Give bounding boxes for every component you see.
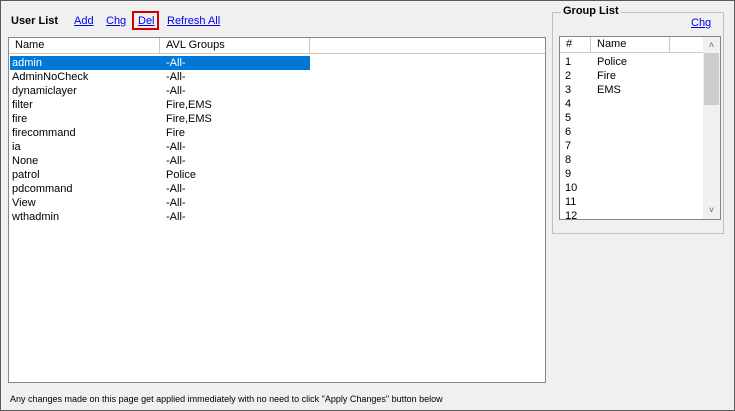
group-number-cell: 11 bbox=[565, 196, 577, 208]
user-list-view[interactable]: Name AVL Groups admin -All- AdminNoCheck -A… bbox=[8, 37, 546, 383]
avl-groups-cell: Fire,EMS bbox=[166, 99, 212, 111]
table-row[interactable]: ia -All- bbox=[10, 140, 545, 154]
avl-groups-cell: Fire,EMS bbox=[166, 113, 212, 125]
user-name-cell: patrol bbox=[12, 169, 40, 181]
group-number-cell: 9 bbox=[565, 168, 572, 180]
user-name-cell: ia bbox=[12, 141, 21, 153]
user-name-cell: dynamiclayer bbox=[12, 85, 77, 97]
avl-groups-cell: -All- bbox=[166, 155, 186, 167]
table-row[interactable]: fire Fire,EMS bbox=[10, 112, 545, 126]
scroll-up-arrow-icon[interactable]: ˄ bbox=[703, 38, 720, 53]
column-header-group-name[interactable]: Name bbox=[591, 37, 670, 53]
column-header-number[interactable]: # bbox=[560, 37, 591, 53]
user-name-cell: View bbox=[12, 197, 36, 209]
avl-groups-cell: -All- bbox=[166, 57, 186, 69]
table-row[interactable]: AdminNoCheck -All- bbox=[10, 70, 545, 84]
group-name-cell: EMS bbox=[597, 84, 621, 96]
table-row[interactable]: patrol Police bbox=[10, 168, 545, 182]
group-name-cell: Fire bbox=[597, 70, 616, 82]
avl-groups-cell: -All- bbox=[166, 85, 186, 97]
group-number-cell: 1 bbox=[565, 56, 572, 68]
group-list-view[interactable]: # Name 1 Police 2 Fire 3 EMS 4 5 6 7 8 9 10 11 12 ˄ ˅ bbox=[559, 36, 721, 220]
user-name-cell: pdcommand bbox=[12, 183, 73, 195]
column-header-filler bbox=[670, 37, 704, 53]
add-user-link[interactable]: Add bbox=[74, 15, 94, 27]
group-list-title: Group List bbox=[561, 5, 621, 17]
avl-groups-cell: -All- bbox=[166, 211, 186, 223]
avl-groups-cell: -All- bbox=[166, 183, 186, 195]
user-name-cell: AdminNoCheck bbox=[12, 71, 89, 83]
group-number-cell: 7 bbox=[565, 140, 572, 152]
user-list-title: User List bbox=[11, 15, 59, 27]
group-number-cell: 8 bbox=[565, 154, 572, 166]
column-header-avl-groups[interactable]: AVL Groups bbox=[160, 38, 310, 54]
user-name-cell: filter bbox=[12, 99, 33, 111]
avl-groups-cell: -All- bbox=[166, 141, 186, 153]
group-number-cell: 2 bbox=[565, 70, 572, 82]
user-name-cell: admin bbox=[12, 57, 42, 69]
scroll-down-arrow-icon[interactable]: ˅ bbox=[703, 203, 720, 218]
column-header-name[interactable]: Name bbox=[9, 38, 160, 54]
avl-groups-cell: Fire bbox=[166, 127, 185, 139]
table-row[interactable]: admin -All- bbox=[10, 56, 310, 70]
column-header-filler bbox=[310, 38, 545, 54]
group-number-cell: 4 bbox=[565, 98, 572, 110]
refresh-all-link[interactable]: Refresh All bbox=[167, 15, 220, 27]
group-number-cell: 6 bbox=[565, 126, 572, 138]
group-list-scrollbar[interactable]: ˄ ˅ bbox=[703, 37, 720, 219]
group-number-cell: 3 bbox=[565, 84, 572, 96]
avl-groups-cell: Police bbox=[166, 169, 196, 181]
change-group-link[interactable]: Chg bbox=[691, 17, 711, 29]
change-user-link[interactable]: Chg bbox=[106, 15, 126, 27]
delete-user-link[interactable]: Del bbox=[138, 15, 155, 27]
group-name-cell: Police bbox=[597, 56, 627, 68]
user-name-cell: fire bbox=[12, 113, 28, 125]
scroll-thumb[interactable] bbox=[704, 53, 719, 105]
group-number-cell: 12 bbox=[565, 210, 578, 220]
group-number-cell: 10 bbox=[565, 182, 578, 194]
table-row[interactable]: firecommand Fire bbox=[10, 126, 545, 140]
user-name-cell: firecommand bbox=[12, 127, 76, 139]
user-name-cell: None bbox=[12, 155, 39, 167]
avl-groups-cell: -All- bbox=[166, 71, 186, 83]
group-number-cell: 5 bbox=[565, 112, 572, 124]
user-name-cell: wthadmin bbox=[12, 211, 60, 223]
table-row[interactable]: dynamiclayer -All- bbox=[10, 84, 545, 98]
table-row[interactable]: pdcommand -All- bbox=[10, 182, 545, 196]
table-row[interactable]: filter Fire,EMS bbox=[10, 98, 545, 112]
table-row[interactable]: wthadmin -All- bbox=[10, 210, 545, 224]
avl-groups-cell: -All- bbox=[166, 197, 186, 209]
footer-note: Any changes made on this page get applie… bbox=[10, 394, 443, 404]
table-row[interactable]: View -All- bbox=[10, 196, 545, 210]
table-row[interactable]: None -All- bbox=[10, 154, 545, 168]
